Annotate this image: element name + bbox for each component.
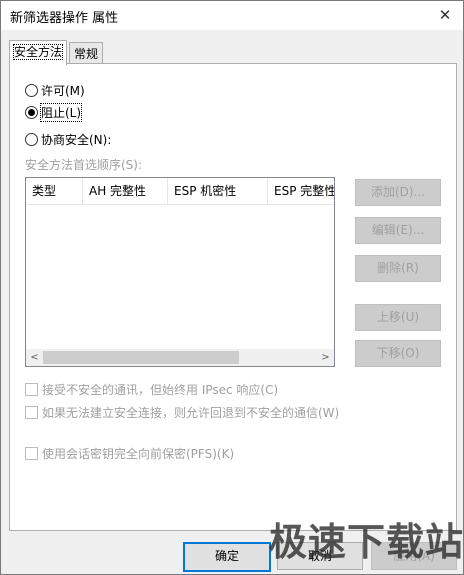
tab-security-methods[interactable]: 安全方法 (9, 40, 68, 65)
scroll-thumb[interactable] (43, 351, 239, 364)
horizontal-scrollbar[interactable]: < > (26, 349, 334, 366)
security-methods-list[interactable]: 类型 AH 完整性 ESP 机密性 ESP 完整性 < > (25, 177, 335, 367)
radio-indicator (25, 84, 38, 97)
window-title: 新筛选器操作 属性 (10, 11, 119, 26)
close-icon[interactable]: ✕ (427, 1, 463, 30)
tab-panel: 许可(M) 阻止(L) 协商安全(N): 安全方法首选顺序(S): 类型 AH … (9, 63, 457, 531)
column-header-type[interactable]: 类型 (26, 178, 83, 204)
edit-button[interactable]: 编辑(E)... (355, 217, 441, 244)
column-header-esp-integrity[interactable]: ESP 完整性 (268, 178, 334, 204)
radio-permit[interactable]: 许可(M) (25, 82, 85, 99)
column-header-esp-confidentiality[interactable]: ESP 机密性 (168, 178, 268, 204)
tab-label: 安全方法 (12, 44, 64, 60)
move-down-button[interactable]: 下移(O) (355, 340, 441, 367)
remove-button[interactable]: 删除(R) (355, 255, 441, 282)
list-label: 安全方法首选顺序(S): (25, 158, 143, 172)
radio-negotiate-security[interactable]: 协商安全(N): (25, 131, 111, 148)
checkbox-indicator (25, 406, 38, 419)
checkbox-pfs[interactable]: 使用会话密钥完全向前保密(PFS)(K) (25, 445, 234, 462)
ok-button[interactable]: 确定 (183, 542, 271, 572)
checkbox-indicator (25, 383, 38, 396)
checkbox-allow-fallback[interactable]: 如果无法建立安全连接，则允许回退到不安全的通信(W) (25, 404, 339, 421)
tab-label: 常规 (74, 47, 99, 61)
list-header: 类型 AH 完整性 ESP 机密性 ESP 完整性 (26, 178, 334, 205)
checkbox-label: 如果无法建立安全连接，则允许回退到不安全的通信(W) (42, 406, 340, 420)
column-header-ah-integrity[interactable]: AH 完整性 (83, 178, 168, 204)
radio-label: 许可(M) (41, 84, 85, 98)
watermark-text: 极速下载站 (269, 520, 464, 564)
radio-indicator (25, 133, 38, 146)
tab-general[interactable]: 常规 (69, 42, 104, 65)
properties-dialog: 新筛选器操作 属性 ✕ 安全方法 常规 许可(M) 阻止(L) 协商安全(N):… (0, 0, 464, 575)
radio-block[interactable]: 阻止(L) (25, 103, 83, 122)
checkbox-label: 接受不安全的通讯，但始终用 IPsec 响应(C) (42, 383, 279, 397)
move-up-button[interactable]: 上移(U) (355, 304, 441, 331)
radio-label: 阻止(L) (39, 103, 83, 122)
radio-indicator (25, 106, 38, 119)
scroll-left-icon[interactable]: < (26, 349, 43, 366)
add-button[interactable]: 添加(D)... (355, 179, 441, 206)
scroll-right-icon[interactable]: > (317, 349, 334, 366)
checkbox-indicator (25, 447, 38, 460)
checkbox-accept-unsecured[interactable]: 接受不安全的通讯，但始终用 IPsec 响应(C) (25, 381, 278, 398)
radio-label: 协商安全(N): (41, 133, 112, 147)
checkbox-label: 使用会话密钥完全向前保密(PFS)(K) (42, 447, 235, 461)
title-bar[interactable]: 新筛选器操作 属性 ✕ (1, 1, 463, 30)
